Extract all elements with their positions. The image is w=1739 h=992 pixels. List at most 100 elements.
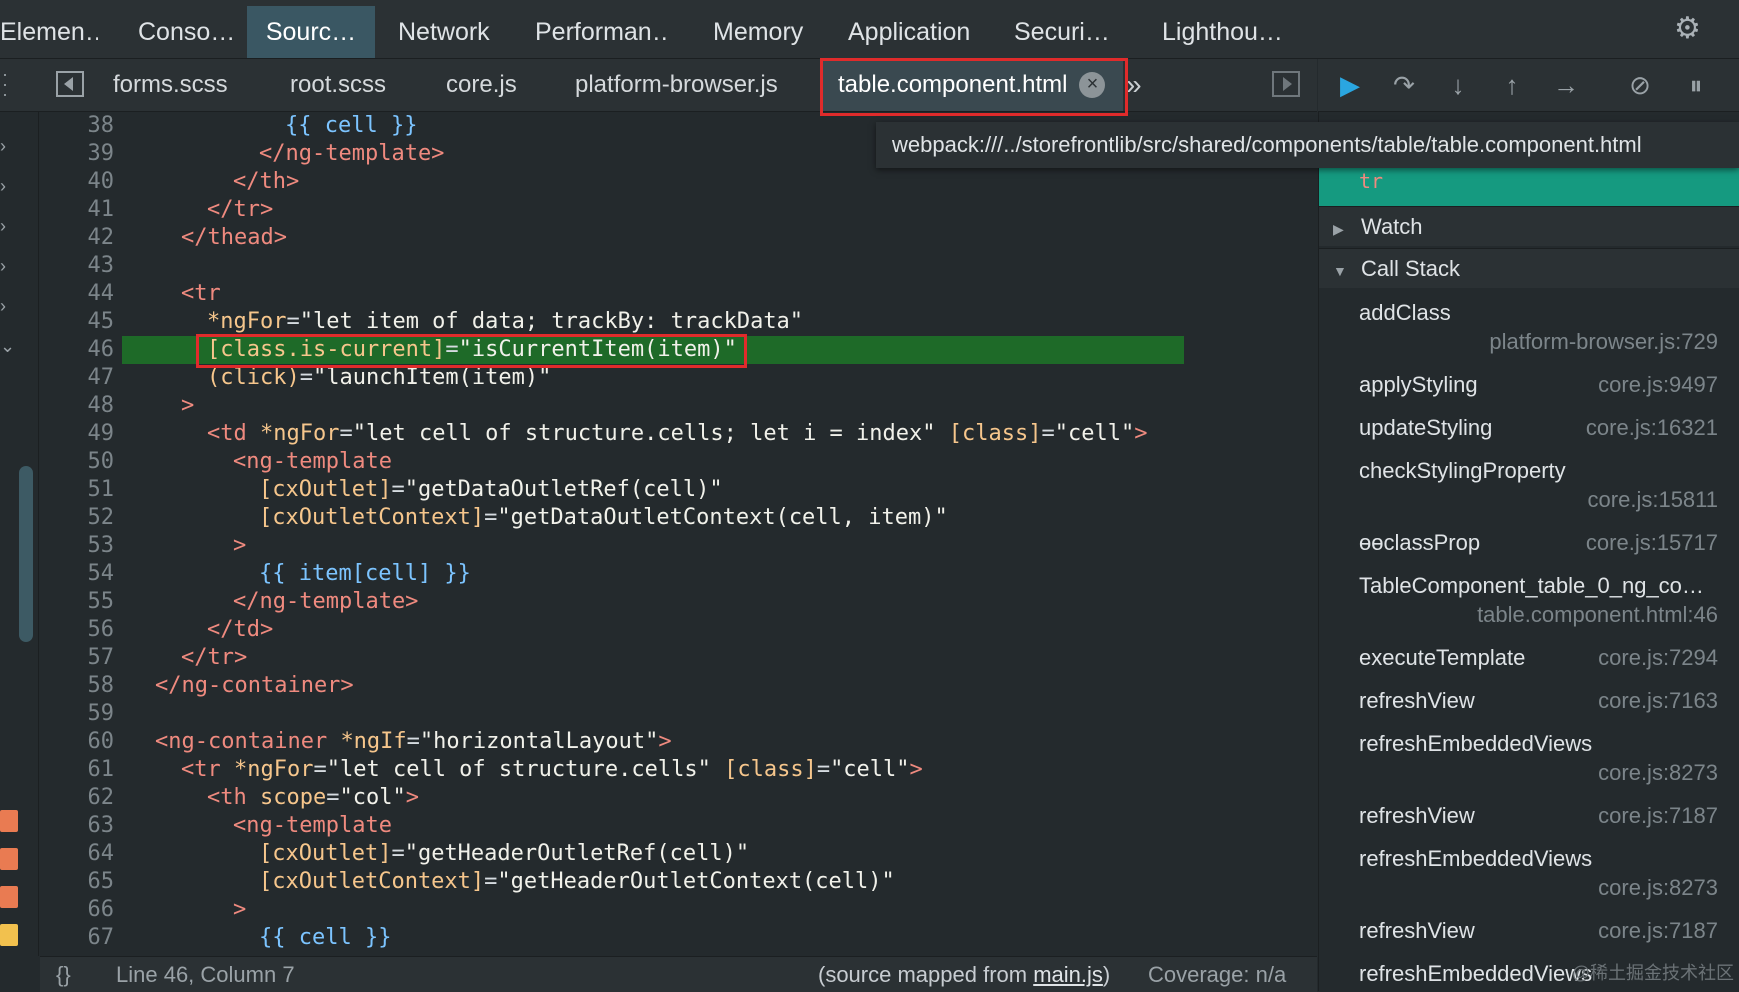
call-frame-name: updateStyling <box>1359 415 1493 440</box>
line-number[interactable]: 66 <box>40 896 115 924</box>
tab-lighthouse[interactable]: Lighthou… <box>1162 6 1312 58</box>
chevron-right-icon[interactable]: › <box>0 137 12 155</box>
code-attr: *ngFor <box>207 309 287 334</box>
tab-elements[interactable]: Elemen… <box>0 6 98 58</box>
line-number[interactable]: 64 <box>40 840 115 868</box>
more-tabs-icon[interactable]: » <box>1126 59 1142 111</box>
code-attr: scope <box>260 785 327 810</box>
call-frame[interactable]: refreshEmbeddedViews core.js:8273 <box>1319 846 1739 918</box>
call-frame-name: refreshEmbeddedViews <box>1359 731 1593 756</box>
tab-application[interactable]: Application <box>848 6 973 58</box>
line-number[interactable]: 60 <box>40 728 115 756</box>
line-number[interactable]: 67 <box>40 924 115 952</box>
tab-console[interactable]: Conso… <box>138 6 233 58</box>
line-number[interactable]: 52 <box>40 504 115 532</box>
line-number[interactable]: 41 <box>40 196 115 224</box>
file-tab-platform-browser-js[interactable]: platform-browser.js <box>575 59 778 111</box>
paused-element-row[interactable]: tr <box>1319 168 1739 206</box>
line-number[interactable]: 43 <box>40 252 115 280</box>
code-line: 59 <box>40 700 1317 728</box>
line-number[interactable]: 62 <box>40 784 115 812</box>
more-menu-icon[interactable]: ⋮ <box>1727 12 1739 46</box>
resume-icon[interactable]: ▶ <box>1332 67 1368 103</box>
line-number[interactable]: 58 <box>40 672 115 700</box>
code-line: 50 <ng-template <box>40 448 1317 476</box>
tab-security[interactable]: Securi… <box>1014 6 1119 58</box>
line-number[interactable]: 65 <box>40 868 115 896</box>
call-frame[interactable]: addClass platform-browser.js:729 <box>1319 300 1739 372</box>
line-number[interactable]: 56 <box>40 616 115 644</box>
gear-icon[interactable]: ⚙ <box>1674 14 1704 44</box>
chevron-right-icon[interactable]: › <box>0 177 12 195</box>
navigator-scrollbar[interactable] <box>19 466 33 642</box>
chevron-right-icon[interactable]: › <box>0 217 12 235</box>
line-number[interactable]: 61 <box>40 756 115 784</box>
code-attr: *ngIf <box>340 729 407 754</box>
call-frame-current[interactable]: TableComponent_table_0_ng_co… table.compo… <box>1319 573 1739 645</box>
call-frame[interactable]: executeTemplate core.js:7294 <box>1319 645 1739 688</box>
file-tab-forms-scss[interactable]: forms.scss <box>113 59 228 111</box>
call-frame[interactable]: ɵɵclassProp core.js:15717 <box>1319 530 1739 573</box>
chevron-right-icon[interactable]: › <box>0 297 12 315</box>
line-number[interactable]: 39 <box>40 140 115 168</box>
tab-sources[interactable]: Sourc… <box>247 6 375 58</box>
code-value: "let item of data; trackBy: trackData" <box>299 309 804 334</box>
line-number[interactable]: 47 <box>40 364 115 392</box>
pause-on-exceptions-icon[interactable]: ⏸ <box>1678 67 1714 103</box>
watch-section-header[interactable]: ▶ Watch <box>1319 206 1739 246</box>
line-number[interactable]: 38 <box>40 112 115 140</box>
line-number[interactable]: 45 <box>40 308 115 336</box>
line-number[interactable]: 55 <box>40 588 115 616</box>
step-over-icon[interactable]: ↷ <box>1386 67 1422 103</box>
call-frame[interactable]: refreshEmbeddedViews core.js:8273 <box>1319 731 1739 803</box>
annotation-red-box-line <box>196 334 747 368</box>
tab-performance[interactable]: Performan… <box>535 6 670 58</box>
source-map-link[interactable]: main.js <box>1033 962 1103 987</box>
line-number[interactable]: 40 <box>40 168 115 196</box>
line-number[interactable]: 59 <box>40 700 115 728</box>
file-tab-root-scss[interactable]: root.scss <box>290 59 386 111</box>
file-tab-core-js[interactable]: core.js <box>446 59 517 111</box>
call-frame[interactable]: refreshView core.js:7163 <box>1319 688 1739 731</box>
line-number[interactable]: 53 <box>40 532 115 560</box>
toggle-navigator-icon[interactable] <box>56 71 84 97</box>
line-number[interactable]: 51 <box>40 476 115 504</box>
call-frame[interactable]: applyStyling core.js:9497 <box>1319 372 1739 415</box>
line-number[interactable]: 42 <box>40 224 115 252</box>
code-line: 62 <th scope="col"> <box>40 784 1317 812</box>
call-frame[interactable]: updateStyling core.js:16321 <box>1319 415 1739 458</box>
chevron-down-icon[interactable]: ⌄ <box>0 337 15 355</box>
step-out-icon[interactable]: ↑ <box>1494 67 1530 103</box>
call-frame[interactable]: refreshView core.js:7187 <box>1319 803 1739 846</box>
chevron-right-icon[interactable]: › <box>0 257 12 275</box>
toggle-debugger-icon[interactable] <box>1272 71 1300 97</box>
code-value: "getHeaderOutletRef(cell)" <box>404 841 750 866</box>
line-number[interactable]: 63 <box>40 812 115 840</box>
watch-label: Watch <box>1361 214 1423 239</box>
tab-memory[interactable]: Memory <box>713 6 808 58</box>
code-editor[interactable]: 38 {{ cell }} 39 </ng-template> 40 </th> 41… <box>40 112 1317 956</box>
line-number[interactable]: 57 <box>40 644 115 672</box>
triangle-right-icon: ▶ <box>1333 221 1344 237</box>
line-number[interactable]: 54 <box>40 560 115 588</box>
step-into-icon[interactable]: ↓ <box>1440 67 1476 103</box>
call-frame-location: core.js:8273 <box>1598 760 1718 785</box>
code-tag: > <box>1134 421 1148 446</box>
line-number[interactable]: 44 <box>40 280 115 308</box>
call-stack-section-header[interactable]: ▼ Call Stack <box>1319 248 1739 288</box>
call-frame[interactable]: refreshView core.js:7187 <box>1319 918 1739 961</box>
code-text: <tr <box>181 281 221 306</box>
call-frame-location: core.js:16321 <box>1585 415 1718 440</box>
pretty-print-button[interactable]: {} <box>56 957 71 992</box>
code-attr: [cxOutlet] <box>259 841 392 866</box>
line-number[interactable]: 46 <box>40 336 115 364</box>
drag-handle-icon[interactable]: · · · <box>2 65 8 103</box>
call-frame[interactable]: checkStylingProperty core.js:15811 <box>1319 458 1739 530</box>
line-number[interactable]: 48 <box>40 392 115 420</box>
code-text: {{ cell }} <box>259 925 392 950</box>
line-number[interactable]: 49 <box>40 420 115 448</box>
deactivate-breakpoints-icon[interactable]: ⊘ <box>1622 67 1658 103</box>
tab-network[interactable]: Network <box>398 6 493 58</box>
line-number[interactable]: 50 <box>40 448 115 476</box>
step-icon[interactable]: → <box>1548 67 1584 103</box>
